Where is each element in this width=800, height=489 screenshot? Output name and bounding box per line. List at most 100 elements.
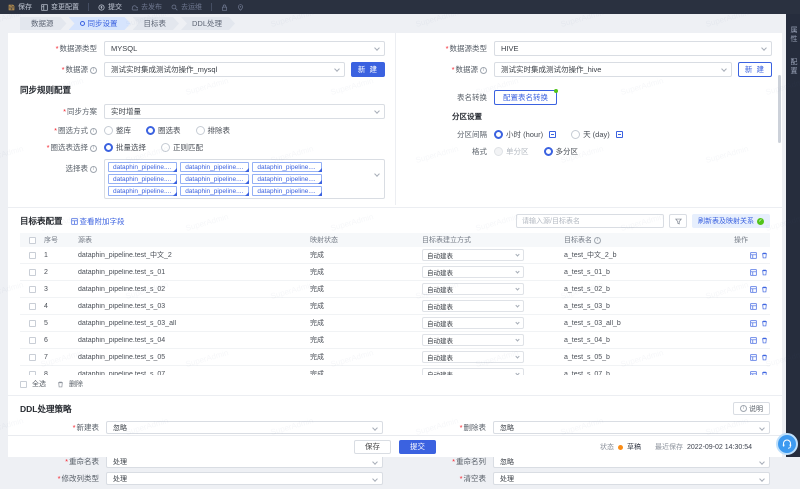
radio-whole-db[interactable]: 整库 — [104, 125, 131, 136]
method-select[interactable]: 自动建表 — [422, 300, 524, 312]
method-select[interactable]: 自动建表 — [422, 351, 524, 363]
edit-columns-icon[interactable] — [750, 252, 757, 259]
method-select[interactable]: 自动建表 — [422, 249, 524, 261]
edit-columns-icon[interactable] — [750, 354, 757, 361]
toolbar-publish-button[interactable]: 去发布 — [131, 2, 162, 12]
table-tag[interactable]: dataphin_pipeline.... — [108, 186, 177, 196]
method-select[interactable]: 自动建表 — [422, 266, 524, 278]
method-select[interactable]: 自动建表 — [422, 317, 524, 329]
table-tag[interactable]: dataphin_pipeline.... — [180, 162, 249, 172]
partition-format-edit-icon[interactable] — [616, 131, 623, 138]
edit-columns-icon[interactable] — [750, 371, 757, 376]
support-chat-button[interactable] — [776, 433, 798, 455]
step-target-table[interactable]: 目标表 — [133, 17, 180, 30]
ddl-field-label: *修改列类型 — [20, 473, 106, 484]
table-tag[interactable]: dataphin_pipeline.... — [108, 174, 177, 184]
toolbar-submit-button[interactable]: 提交 — [98, 2, 122, 12]
configure-table-name-button[interactable]: 配置表名转换 — [494, 90, 557, 105]
chevron-down-icon — [372, 459, 378, 465]
delete-row-icon[interactable] — [761, 371, 768, 376]
row-checkbox[interactable] — [29, 286, 36, 293]
target-new-button[interactable]: 新 建 — [738, 62, 772, 77]
method-select[interactable]: 自动建表 — [422, 334, 524, 346]
step-sync-settings[interactable]: 同步设置 — [69, 17, 131, 30]
refresh-mapping-button[interactable]: 刷新表及映射关系 ✓ — [692, 214, 770, 228]
table-row: 2 dataphin_pipeline.test_s_01 完成 自动建表 a_… — [20, 264, 770, 281]
edit-columns-icon[interactable] — [750, 269, 757, 276]
radio-multi-partition[interactable]: 多分区 — [544, 146, 579, 157]
ddl-truncate-table-select[interactable]: 处理 — [493, 472, 770, 485]
table-tag[interactable]: dataphin_pipeline.... — [108, 162, 177, 172]
chevron-down-icon — [515, 337, 519, 341]
ddl-drop-table-select[interactable]: 忽略 — [493, 421, 770, 434]
submit-button[interactable]: 提交 — [399, 440, 436, 454]
radio-regex-match[interactable]: 正则匹配 — [161, 142, 203, 153]
source-new-button[interactable]: 新 建 — [351, 62, 385, 77]
ddl-new-table-select[interactable]: 忽略 — [106, 421, 383, 434]
select-all-label[interactable]: 全选 — [32, 379, 46, 389]
delete-row-icon[interactable] — [761, 269, 768, 276]
row-checkbox[interactable] — [29, 371, 36, 376]
source-type-select[interactable]: MYSQL — [104, 41, 385, 56]
save-button[interactable]: 保存 — [354, 440, 391, 454]
view-extra-fields-link[interactable]: 查看附加字段 — [71, 216, 125, 227]
ddl-help-button[interactable]: i说明 — [733, 402, 770, 415]
row-checkbox[interactable] — [29, 337, 36, 344]
target-type-select[interactable]: HIVE — [494, 41, 772, 56]
radio-icon — [196, 126, 205, 135]
delete-row-icon[interactable] — [761, 252, 768, 259]
edit-columns-icon[interactable] — [750, 337, 757, 344]
edit-columns-icon[interactable] — [750, 286, 757, 293]
table-search-input[interactable] — [516, 214, 664, 228]
radio-single-partition[interactable]: 单分区 — [494, 146, 529, 157]
delete-row-icon[interactable] — [761, 337, 768, 344]
row-checkbox[interactable] — [29, 252, 36, 259]
radio-pick-tables[interactable]: 圈选表 — [146, 125, 181, 136]
radio-hour[interactable]: 小时 (hour) — [494, 129, 556, 140]
radio-exclude-tables[interactable]: 排除表 — [196, 125, 231, 136]
row-checkbox[interactable] — [29, 320, 36, 327]
sync-plan-select[interactable]: 实时增量 — [104, 104, 385, 119]
toolbar-ops-button[interactable]: 去运维 — [171, 2, 202, 12]
radio-day[interactable]: 天 (day) — [571, 129, 623, 140]
target-table-title: 目标表配置 — [20, 215, 63, 227]
table-tag[interactable]: dataphin_pipeline.... — [180, 186, 249, 196]
method-select[interactable]: 自动建表 — [422, 283, 524, 295]
edit-columns-icon[interactable] — [750, 320, 757, 327]
chevron-down-icon — [515, 354, 519, 358]
vertical-scrollbar[interactable] — [778, 75, 781, 143]
row-checkbox[interactable] — [29, 354, 36, 361]
ddl-modify-column-type-select[interactable]: 处理 — [106, 472, 383, 485]
toolbar-lock-button[interactable] — [221, 4, 228, 11]
toolbar-pin-button[interactable] — [237, 4, 244, 11]
delete-row-icon[interactable] — [761, 303, 768, 310]
delete-row-icon[interactable] — [761, 286, 768, 293]
rail-item-config[interactable]: 配置 — [788, 58, 798, 76]
partition-format-edit-icon[interactable] — [549, 131, 556, 138]
row-checkbox[interactable] — [29, 269, 36, 276]
target-ds-select[interactable]: 测试实时集成测试勿操作_hive — [494, 62, 732, 77]
header-checkbox[interactable] — [29, 237, 36, 244]
step-datasource[interactable]: 数据源 — [20, 17, 67, 30]
table-tag[interactable]: dataphin_pipeline.... — [252, 186, 321, 196]
table-tag[interactable]: dataphin_pipeline.... — [252, 162, 321, 172]
method-select[interactable]: 自动建表 — [422, 368, 524, 375]
delete-row-icon[interactable] — [761, 354, 768, 361]
step-ddl[interactable]: DDL处理 — [181, 17, 235, 30]
row-checkbox[interactable] — [29, 303, 36, 310]
toolbar-save-button[interactable]: 保存 — [8, 2, 32, 12]
info-icon: i — [90, 145, 97, 152]
table-tag[interactable]: dataphin_pipeline.... — [180, 174, 249, 184]
source-ds-select[interactable]: 测试实时集成测试勿操作_mysql — [104, 62, 345, 77]
delete-selected-button[interactable]: 删除 — [69, 379, 83, 389]
select-all-checkbox[interactable] — [20, 381, 27, 388]
radio-batch-select[interactable]: 批量选择 — [104, 142, 146, 153]
table-tag[interactable]: dataphin_pipeline.... — [252, 174, 321, 184]
edit-columns-icon[interactable] — [750, 303, 757, 310]
filter-button[interactable] — [669, 214, 687, 228]
rail-item-properties[interactable]: 属性 — [788, 26, 798, 44]
selected-tables-multiselect[interactable]: dataphin_pipeline.... dataphin_pipeline.… — [104, 159, 385, 199]
toolbar-change-config-button[interactable]: 变更配置 — [41, 2, 79, 12]
delete-row-icon[interactable] — [761, 320, 768, 327]
table-row: 3 dataphin_pipeline.test_s_02 完成 自动建表 a_… — [20, 281, 770, 298]
